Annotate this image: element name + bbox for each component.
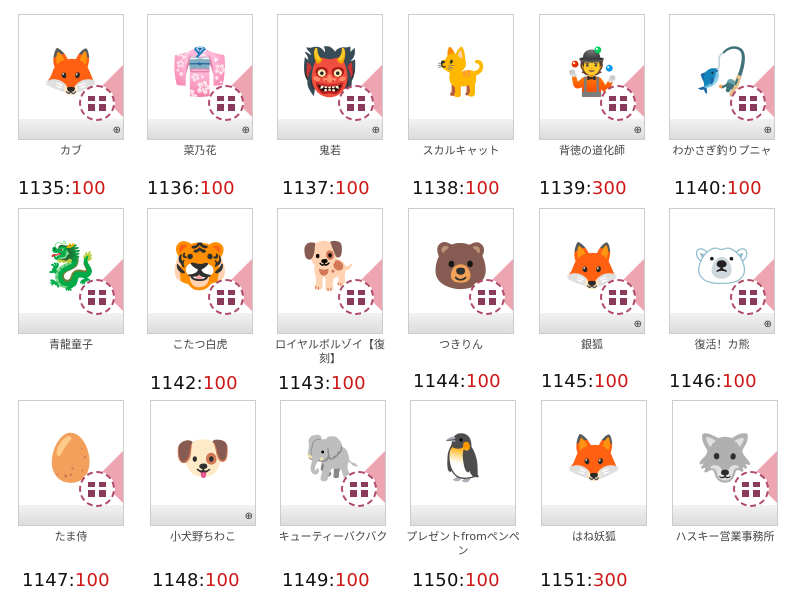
zoom-icon[interactable]: ⊕ [634, 125, 642, 136]
gift-icon[interactable] [79, 85, 115, 121]
item-thumbnail[interactable]: 🐘 [280, 400, 386, 526]
item-price-label: 1150:100 [412, 570, 500, 591]
dog-girl-icon: 🐶 [174, 430, 232, 485]
item-name: プレゼントfromペンペン [406, 530, 520, 557]
item-name: たま侍 [54, 530, 88, 543]
gift-icon[interactable] [600, 85, 636, 121]
item-price-label: 1142:100 [150, 373, 238, 394]
gift-icon[interactable] [469, 279, 505, 315]
zoom-icon[interactable]: ⊕ [242, 125, 250, 136]
item-name: ロイヤルボルゾイ【復刻】 [275, 338, 385, 365]
zoom-icon[interactable]: ⊕ [764, 125, 772, 136]
item-thumbnail[interactable]: 👘 ⊕ [147, 14, 253, 140]
item-thumbnail[interactable]: 🐧 [410, 400, 516, 526]
gift-icon[interactable] [79, 471, 115, 507]
gift-icon[interactable] [341, 471, 377, 507]
gift-icon[interactable] [79, 279, 115, 315]
gift-icon[interactable] [338, 279, 374, 315]
gift-icon[interactable] [208, 279, 244, 315]
item-name: わかさぎ釣りプニャ [672, 144, 772, 157]
item-thumbnail[interactable]: 🐺 [672, 400, 778, 526]
item-price-label: 1151:300 [540, 570, 628, 591]
item-name: はね妖狐 [572, 530, 616, 543]
skull-cat-icon: 🐈 [432, 44, 490, 99]
item-price-label: 1145:100 [541, 371, 629, 392]
gift-icon[interactable] [600, 279, 636, 315]
gift-icon[interactable] [730, 279, 766, 315]
zoom-icon[interactable]: ⊕ [113, 125, 121, 136]
item-thumbnail[interactable]: 🥚 [18, 400, 124, 526]
item-price-label: 1136:100 [147, 178, 235, 199]
item-price-label: 1135:100 [18, 178, 106, 199]
item-name: 背徳の道化師 [559, 144, 625, 157]
item-name: つきりん [439, 338, 483, 351]
item-price-label: 1144:100 [413, 371, 501, 392]
item-name: 銀狐 [581, 338, 603, 351]
item-name: 青龍童子 [49, 338, 93, 351]
item-thumbnail[interactable]: 🦊 [541, 400, 647, 526]
item-price-label: 1138:100 [412, 178, 500, 199]
item-thumbnail[interactable]: 🎣 ⊕ [669, 14, 775, 140]
item-thumbnail[interactable]: 🐻 [408, 208, 514, 334]
penguin-present-icon: 🐧 [434, 430, 492, 485]
item-price-label: 1143:100 [278, 373, 366, 394]
item-name: 復活！カ熊 [694, 338, 750, 351]
item-name: 菜乃花 [183, 144, 217, 157]
item-name: カブ [60, 144, 82, 157]
item-price-label: 1140:100 [674, 178, 762, 199]
item-name: 鬼若 [319, 144, 341, 157]
item-name: ハスキー営業事務所 [675, 530, 775, 543]
item-price-label: 1139:300 [539, 178, 627, 199]
zoom-icon[interactable]: ⊕ [764, 319, 772, 330]
item-price-label: 1146:100 [669, 371, 757, 392]
item-thumbnail[interactable]: 🐉 [18, 208, 124, 334]
item-thumbnail[interactable]: 🤹 ⊕ [539, 14, 645, 140]
item-thumbnail[interactable]: 🐯 [147, 208, 253, 334]
item-thumbnail[interactable]: 🐕 [277, 208, 383, 334]
gift-icon[interactable] [730, 85, 766, 121]
item-thumbnail[interactable]: 🦊 ⊕ [539, 208, 645, 334]
item-price-label: 1137:100 [282, 178, 370, 199]
item-thumbnail[interactable]: 🐶 ⊕ [150, 400, 256, 526]
item-thumbnail[interactable]: 🦊 ⊕ [18, 14, 124, 140]
gift-icon[interactable] [208, 85, 244, 121]
item-thumbnail[interactable]: 🐻‍❄️ ⊕ [669, 208, 775, 334]
gift-icon[interactable] [338, 85, 374, 121]
item-thumbnail[interactable]: 👹 ⊕ [277, 14, 383, 140]
item-price-label: 1149:100 [282, 570, 370, 591]
item-thumbnail[interactable]: 🐈 [408, 14, 514, 140]
item-name: キューティーバクバク [278, 530, 388, 543]
zoom-icon[interactable]: ⊕ [372, 125, 380, 136]
zoom-icon[interactable]: ⊕ [245, 511, 253, 522]
item-price-label: 1148:100 [152, 570, 240, 591]
winged-fox-icon: 🦊 [565, 430, 623, 485]
item-name: スカルキャット [422, 144, 500, 157]
item-name: 小犬野ちわこ [170, 530, 236, 543]
item-name: こたつ白虎 [172, 338, 228, 351]
item-price-label: 1147:100 [22, 570, 110, 591]
zoom-icon[interactable]: ⊕ [634, 319, 642, 330]
gift-icon[interactable] [733, 471, 769, 507]
